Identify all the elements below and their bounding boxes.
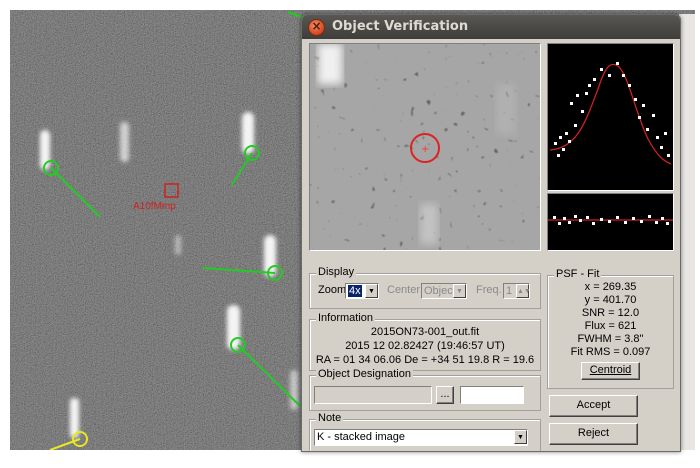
window-title: Object Verification [332, 19, 469, 34]
chevron-down-icon: ▼ [453, 284, 466, 298]
designation-label: Object Designation [316, 368, 413, 380]
close-icon: × [311, 19, 322, 33]
information-group: Information 2015ON73-001_out.fit 2015 12… [309, 312, 541, 371]
info-datetime: 2015 12 02.82427 (19:46:57 UT) [345, 340, 505, 352]
freq-spinner[interactable]: 1 ▲▼ [503, 283, 531, 299]
psf-y: y = 401.70 [584, 294, 637, 306]
psf-residual-plot [547, 193, 674, 251]
note-group: Note K - stacked image ▼ [309, 412, 541, 451]
close-button[interactable]: × [308, 19, 325, 36]
psf-snr: SNR = 12.0 [581, 307, 640, 319]
accept-button[interactable]: Accept [549, 395, 638, 417]
designation-field[interactable] [314, 386, 432, 404]
psf-points [554, 62, 670, 157]
psf-flux: Flux = 621 [584, 320, 637, 332]
zoom-image[interactable]: + [309, 43, 541, 251]
center-label: Center [387, 284, 421, 296]
psf-profile-plot [547, 43, 674, 191]
information-label: Information [316, 312, 376, 324]
object-verification-dialog: × Object Verification + Display Zoom 4x … [301, 14, 681, 452]
browse-button[interactable]: ... [436, 386, 454, 404]
note-label: Note [316, 412, 344, 424]
centroid-button[interactable]: Centroid [581, 362, 640, 380]
psf-fit-rms: Fit RMS = 0.097 [570, 346, 651, 358]
info-coordinates: RA = 01 34 06.06 De = +34 51 19.8 R = 19… [315, 354, 535, 366]
psf-fwhm: FWHM = 3.8" [577, 333, 644, 345]
info-filename: 2015ON73-001_out.fit [370, 326, 480, 338]
note-select[interactable]: K - stacked image ▼ [314, 429, 528, 446]
window-edge [679, 14, 695, 450]
chevron-down-icon: ▼ [514, 430, 527, 444]
reject-button[interactable]: Reject [549, 423, 638, 445]
designation-group: Object Designation ... [309, 368, 541, 411]
spinner-arrows-icon: ▲▼ [516, 284, 531, 298]
designation-entry[interactable] [460, 386, 524, 404]
freq-label: Freq. [476, 284, 502, 296]
crosshair-icon: + [421, 144, 429, 155]
center-select[interactable]: Object ▼ [421, 283, 467, 299]
chevron-down-icon: ▼ [365, 284, 378, 298]
display-label: Display [316, 266, 357, 278]
display-group: Display Zoom 4x ▼ Center Object ▼ Freq. … [309, 266, 541, 309]
psf-fit-group: PSF - Fit x = 269.35 y = 401.70 SNR = 12… [547, 268, 674, 389]
zoom-label: Zoom [318, 284, 347, 296]
psf-fit-label: PSF - Fit [554, 268, 602, 280]
zoom-select[interactable]: 4x ▼ [345, 283, 379, 299]
psf-x: x = 269.35 [584, 281, 637, 293]
object-label: A10fMmp [133, 201, 176, 212]
title-bar[interactable]: × Object Verification [302, 15, 680, 39]
